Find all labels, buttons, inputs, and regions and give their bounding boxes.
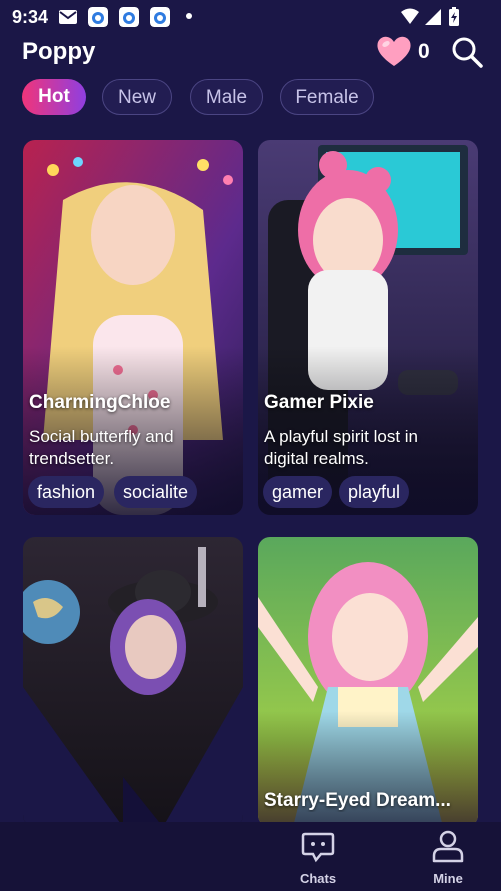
app-notification-icon [88,7,108,27]
character-card[interactable]: Gamer Pixie A playful spirit lost in dig… [258,140,478,515]
status-time: 9:34 [12,7,49,27]
card-description: A playful spirit lost in digital realms. [264,427,419,468]
character-card[interactable] [23,537,243,827]
nav-mine[interactable]: Mine [408,822,488,886]
app-notification-icon [119,7,139,27]
wifi-icon [401,8,419,24]
card-name: CharmingChloe [29,392,171,413]
tab-new[interactable]: New [102,79,172,115]
nav-label: Chats [299,871,337,886]
character-card[interactable]: Starry-Eyed Dream... [258,537,478,827]
person-icon [432,830,464,863]
tab-male[interactable]: Male [190,79,263,115]
battery-icon [449,7,459,26]
tag-chip[interactable]: fashion [28,476,105,508]
character-portrait [23,537,243,827]
tab-hot[interactable]: Hot [22,79,86,115]
nav-chats[interactable]: Chats [278,822,358,886]
search-icon[interactable] [451,36,483,68]
system-status-icons [401,7,459,26]
heart-count: 0 [418,40,430,63]
heart-icon[interactable] [375,34,413,68]
character-card[interactable]: CharmingChloe Social butterfly and trend… [23,140,243,515]
signal-icon [425,9,441,25]
chat-icon [301,832,335,863]
card-name: Gamer Pixie [264,392,374,413]
card-name: Starry-Eyed Dream... [264,790,451,811]
tab-female[interactable]: Female [280,79,374,115]
tag-chip[interactable]: gamer [263,476,333,508]
bottom-navigation: Chats Mine [0,822,501,891]
app-title: Poppy [22,38,96,65]
more-notifications-dot [186,13,192,19]
mail-notification-icon [59,10,77,24]
app-notification-icon [150,7,170,27]
app-header: Poppy 0 [0,34,501,74]
tag-chip[interactable]: socialite [114,476,198,508]
nav-label: Mine [433,871,463,886]
status-bar: 9:34 [0,0,501,34]
card-description: Social butterfly and trendsetter. [29,427,174,468]
tag-chip[interactable]: playful [339,476,410,508]
character-portrait [258,537,478,827]
